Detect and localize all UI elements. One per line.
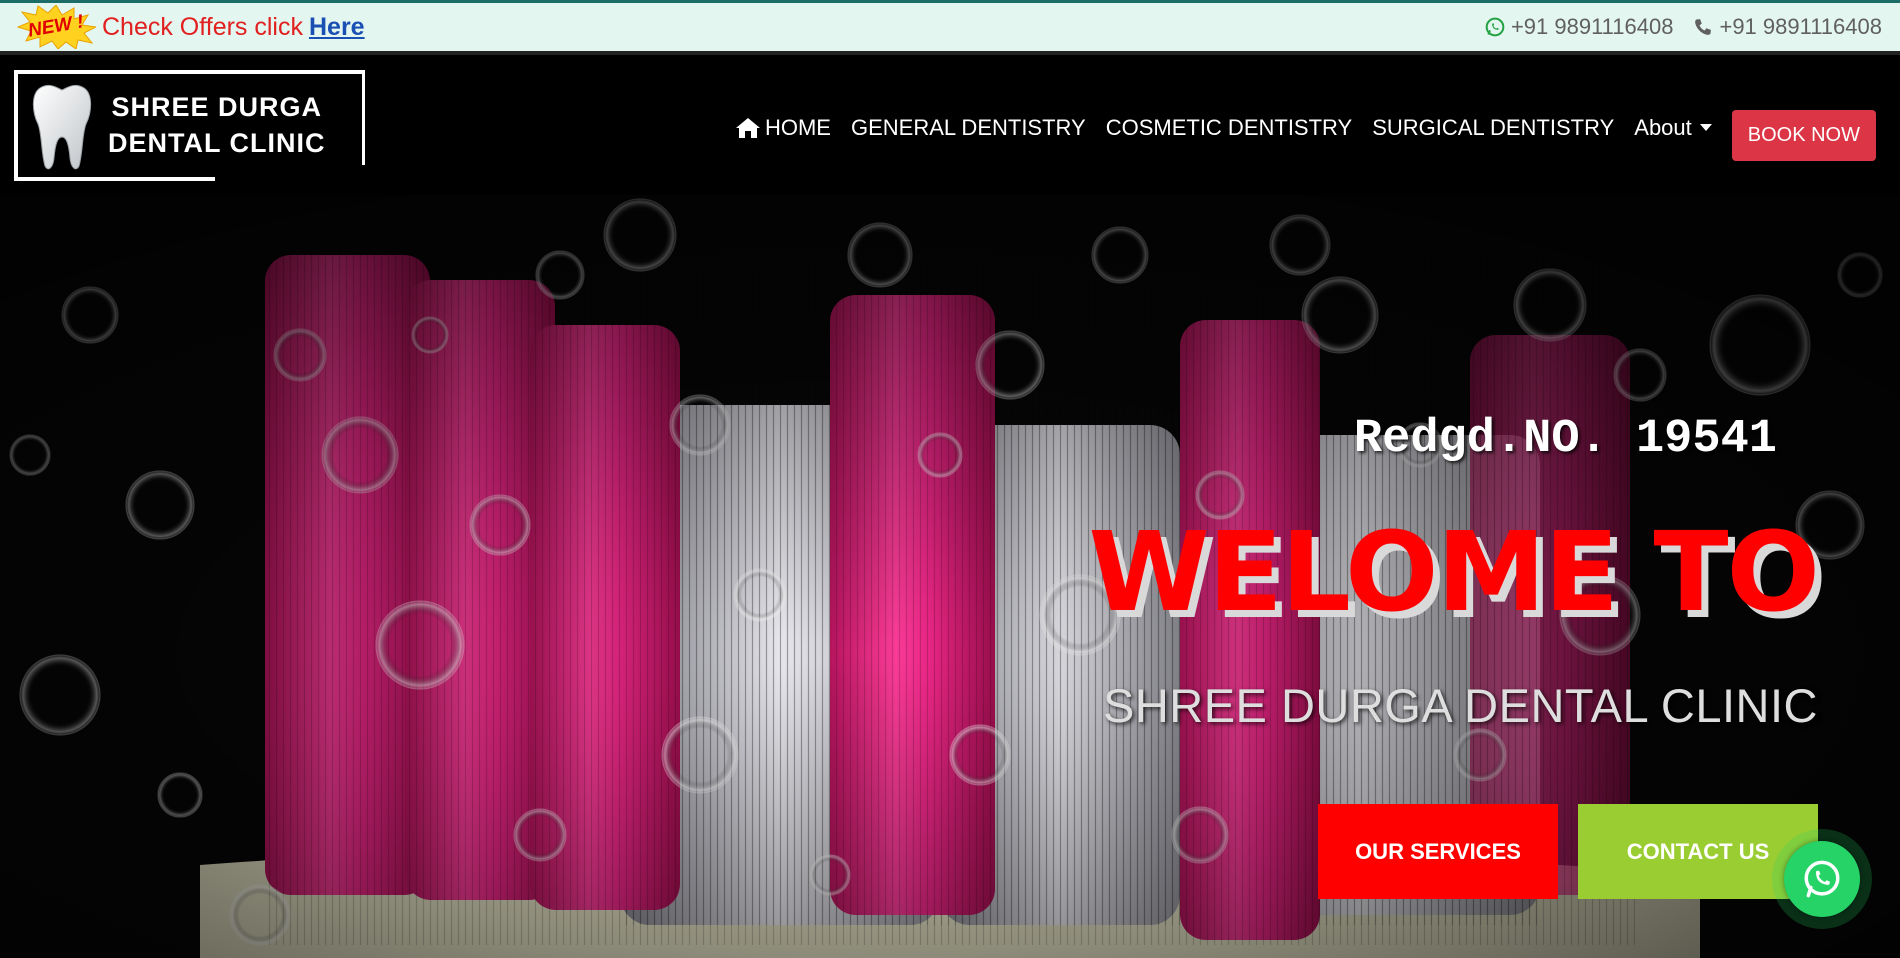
nav-about-dropdown[interactable]: About: [1634, 115, 1712, 141]
our-services-button[interactable]: OUR SERVICES: [1318, 804, 1558, 899]
offer-banner: NEW ! Check Offers click Here: [16, 5, 365, 49]
logo-text: SHREE DURGA DENTAL CLINIC: [108, 90, 326, 160]
whatsapp-icon: [1485, 17, 1505, 37]
whatsapp-contact[interactable]: +91 9891116408: [1485, 14, 1674, 40]
logo-line-2: DENTAL CLINIC: [108, 127, 326, 158]
nav-menu: HOME GENERAL DENTISTRY COSMETIC DENTISTR…: [715, 102, 1876, 161]
chevron-down-icon: [1699, 124, 1712, 131]
welcome-heading: WELOME TO: [1088, 508, 1820, 636]
top-info-bar: NEW ! Check Offers click Here +91 989111…: [0, 0, 1900, 55]
whatsapp-fab-inner: [1784, 841, 1860, 917]
clinic-logo[interactable]: SHREE DURGA DENTAL CLINIC: [14, 70, 365, 181]
phone-icon: [1695, 19, 1712, 35]
whatsapp-number: +91 9891116408: [1510, 14, 1674, 39]
nav-home[interactable]: HOME: [735, 115, 831, 141]
nav-cosmetic-dentistry[interactable]: COSMETIC DENTISTRY: [1106, 115, 1353, 141]
nav-general-dentistry[interactable]: GENERAL DENTISTRY: [851, 115, 1086, 141]
offer-link-here[interactable]: Here: [309, 13, 365, 42]
new-badge: NEW !: [16, 5, 96, 49]
phone-contact[interactable]: +91 9891116408: [1693, 14, 1882, 40]
hero-banner: Redgd.NO. 19541 WELOME TO SHREE DURGA DE…: [0, 195, 1900, 958]
whatsapp-icon: [1804, 860, 1840, 898]
contact-numbers: +91 9891116408 +91 9891116408: [1485, 14, 1882, 40]
hero-subtitle: SHREE DURGA DENTAL CLINIC: [1102, 679, 1818, 732]
logo-line-1: SHREE DURGA: [111, 92, 323, 123]
book-now-button[interactable]: BOOK NOW: [1731, 110, 1876, 161]
main-navbar: SHREE DURGA DENTAL CLINIC HOME GENERAL D…: [0, 55, 1900, 195]
nav-surgical-dentistry[interactable]: SURGICAL DENTISTRY: [1372, 115, 1614, 141]
whatsapp-chat-button[interactable]: [1772, 829, 1872, 929]
tooth-icon: [32, 84, 92, 169]
registration-number: Redgd.NO. 19541: [1353, 413, 1777, 466]
phone-number: +91 9891116408: [1719, 14, 1882, 39]
offer-text: Check Offers click: [102, 12, 303, 41]
home-icon: [735, 117, 760, 138]
